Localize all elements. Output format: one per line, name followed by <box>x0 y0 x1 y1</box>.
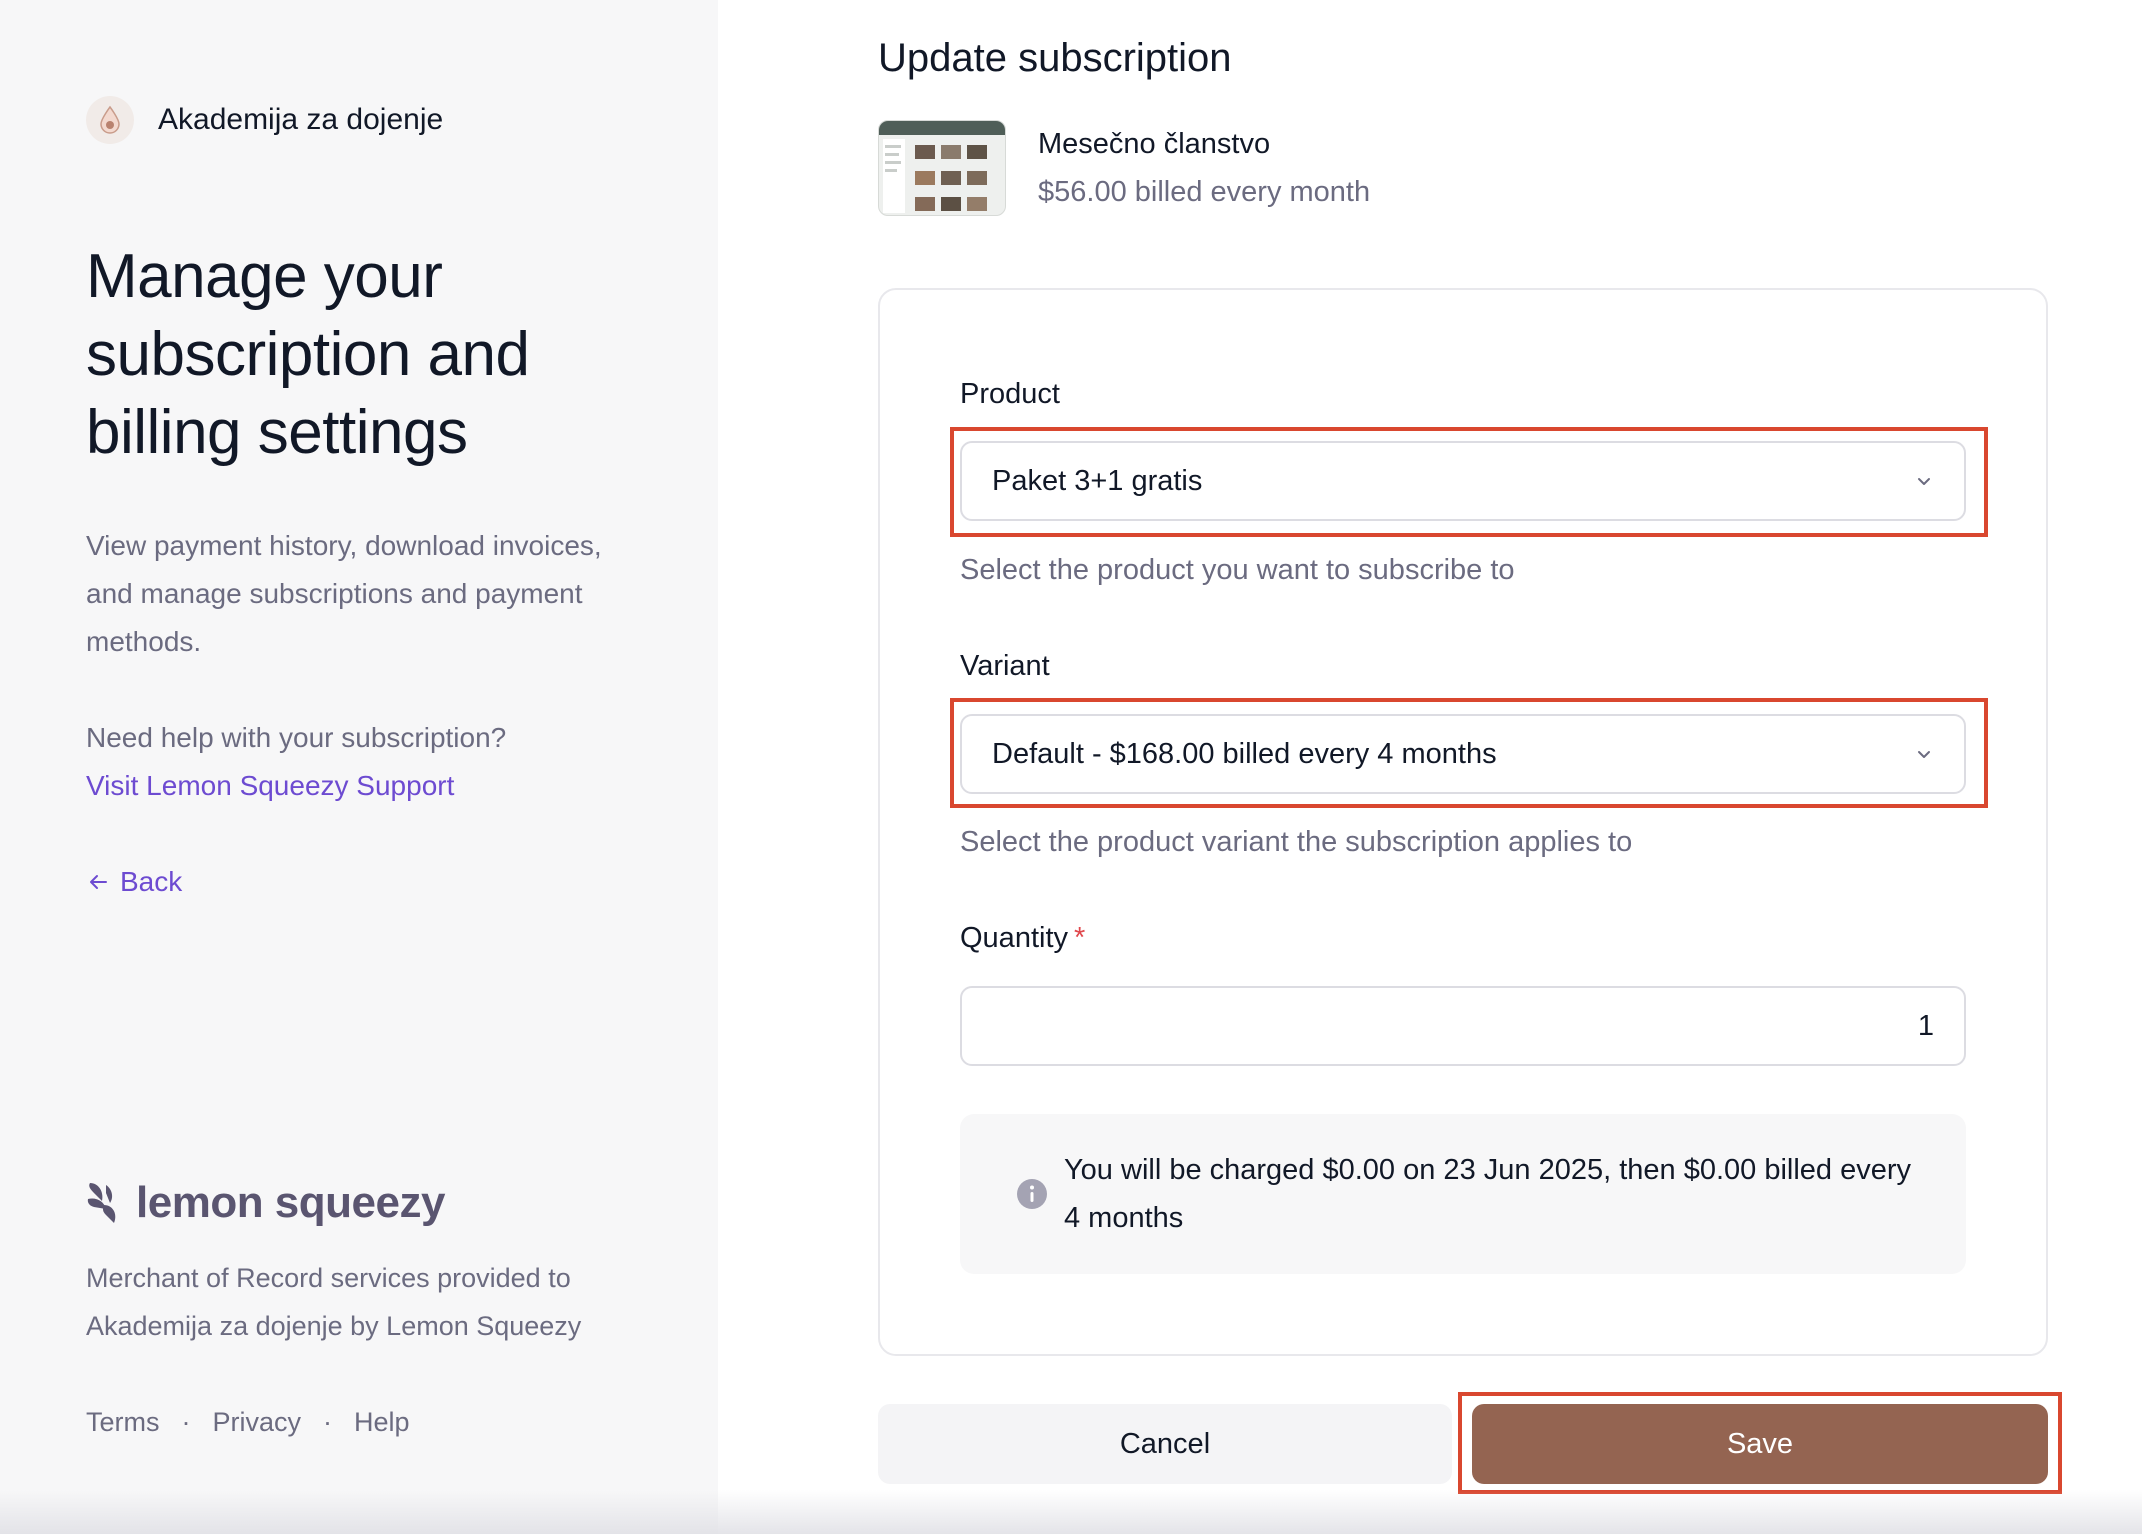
arrow-left-icon <box>90 875 107 889</box>
lemon-squeezy-icon <box>87 1183 116 1223</box>
save-button[interactable]: Save <box>1472 1404 2048 1484</box>
chevron-down-icon <box>1918 751 1930 758</box>
variant-select[interactable]: Default - $168.00 billed every 4 months <box>960 714 1966 794</box>
variant-hint: Select the product variant the subscript… <box>960 826 1633 858</box>
quantity-input[interactable] <box>960 986 1966 1066</box>
page-title: Update subscription <box>878 36 1232 80</box>
sidebar: Akademija za dojenje Manage your subscri… <box>0 0 718 1534</box>
merchant-of-record-text: Merchant of Record services provided to … <box>86 1263 582 1341</box>
current-product-price: $56.00 billed every month <box>1038 176 1371 208</box>
back-link[interactable]: Back <box>86 858 182 906</box>
cancel-button[interactable]: Cancel <box>878 1404 1452 1484</box>
privacy-link[interactable]: Privacy <box>213 1398 302 1446</box>
lemon-squeezy-logo: lemon squeezy <box>84 1178 445 1228</box>
sidebar-description: View payment history, download invoices,… <box>86 530 602 657</box>
product-select-value: Paket 3+1 gratis <box>992 464 1203 497</box>
charge-notice: You will be charged $0.00 on 23 Jun 2025… <box>960 1114 1966 1274</box>
variant-select-value: Default - $168.00 billed every 4 months <box>992 737 1497 770</box>
footer-links: Terms · Privacy · Help <box>86 1398 410 1446</box>
product-select[interactable]: Paket 3+1 gratis <box>960 441 1966 521</box>
lemon-squeezy-wordmark: lemon squeezy <box>136 1178 445 1227</box>
required-mark: * <box>1074 922 1086 954</box>
terms-link[interactable]: Terms <box>86 1398 160 1446</box>
help-question: Need help with your subscription? <box>86 722 507 753</box>
product-thumbnail <box>878 120 1006 216</box>
info-icon <box>1017 1179 1047 1209</box>
footer-separator: · <box>323 1407 333 1437</box>
store-name: Akademija za dojenje <box>158 103 444 136</box>
product-label: Product <box>960 378 1060 410</box>
variant-label: Variant <box>960 650 1050 682</box>
droplet-icon <box>86 96 134 144</box>
support-link[interactable]: Visit Lemon Squeezy Support <box>86 762 454 810</box>
quantity-label: Quantity * <box>960 918 1085 958</box>
footer-separator: · <box>181 1407 191 1437</box>
current-product-name: Mesečno članstvo <box>1038 128 1271 160</box>
help-link[interactable]: Help <box>354 1398 410 1446</box>
sidebar-title: Manage your subscription and billing set… <box>86 242 530 467</box>
quantity-label-text: Quantity <box>960 922 1068 954</box>
product-hint: Select the product you want to subscribe… <box>960 554 1515 586</box>
store-brand: Akademija za dojenje <box>86 96 443 144</box>
back-label: Back <box>120 866 183 897</box>
chevron-down-icon <box>1918 478 1930 485</box>
charge-notice-text: You will be charged $0.00 on 23 Jun 2025… <box>1064 1154 1912 1234</box>
